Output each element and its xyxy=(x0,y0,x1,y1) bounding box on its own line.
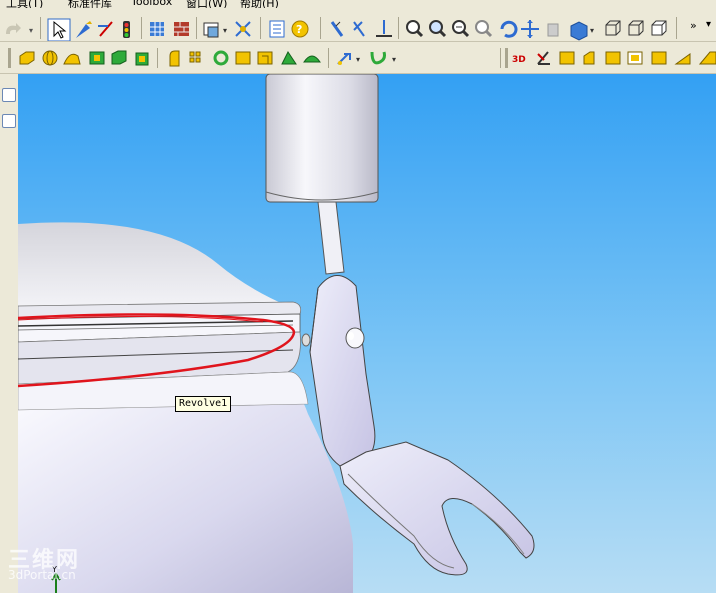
draft-icon[interactable] xyxy=(281,51,297,65)
previous-view-icon[interactable] xyxy=(547,23,559,37)
fillet-icon[interactable] xyxy=(169,50,180,67)
part-config-dropdown-icon[interactable]: ▾ xyxy=(223,26,227,35)
revolved-cut-icon[interactable] xyxy=(111,50,127,65)
rib-icon[interactable] xyxy=(235,51,251,65)
loft-cut-icon[interactable] xyxy=(135,52,149,66)
hidden-lines-visible-icon[interactable] xyxy=(628,20,644,36)
menu-tools[interactable]: 工具(T) xyxy=(6,0,43,8)
extruded-cut-icon[interactable] xyxy=(89,51,105,65)
menu-help[interactable]: 帮助(H) xyxy=(240,0,279,8)
panel-expand-icon[interactable] xyxy=(2,88,16,102)
mate-icon[interactable] xyxy=(235,21,251,37)
standard-toolbar: ▾ ▾ ? ▾ » ▾ xyxy=(0,8,716,42)
rotate-view-icon[interactable] xyxy=(500,20,518,38)
features-toolbar: ▾ ▾ 3D xyxy=(0,42,716,74)
graphics-area[interactable]: Y xyxy=(18,74,716,593)
surface-untrim-icon[interactable] xyxy=(698,51,716,65)
zoom-to-selection-icon[interactable] xyxy=(475,20,493,38)
sketch-icon[interactable] xyxy=(76,21,92,38)
reference-geometry-icon[interactable] xyxy=(337,53,351,65)
surface-extend-icon[interactable] xyxy=(674,53,691,65)
zoom-in-out-icon[interactable] xyxy=(452,20,470,38)
menu-standard-library[interactable]: 标准件库 xyxy=(68,0,112,8)
surface-fill-icon[interactable] xyxy=(605,51,621,65)
surface-extrude-icon[interactable] xyxy=(559,51,575,65)
kettle-model[interactable]: Y xyxy=(18,74,716,593)
svg-text:?: ? xyxy=(296,23,302,36)
handle-cylinder[interactable] xyxy=(265,74,379,203)
watermark-url: 3dPortal.cn xyxy=(8,568,76,582)
standard-views-dropdown-icon[interactable]: ▾ xyxy=(590,26,594,35)
feature-manager-panel[interactable] xyxy=(0,74,19,593)
kettle-lid[interactable] xyxy=(18,222,288,306)
help-icon[interactable]: ? xyxy=(291,20,309,38)
surface-knit-icon[interactable] xyxy=(627,51,643,65)
features-toolbar-icons: ▾ ▾ 3D xyxy=(8,48,716,68)
toolbar-overflow-chevron-icon[interactable]: » xyxy=(690,19,697,32)
dome-icon[interactable] xyxy=(303,55,321,63)
smart-dimension-icon[interactable] xyxy=(98,21,113,37)
hook-plate[interactable] xyxy=(339,441,535,576)
sketch-plane-icon[interactable] xyxy=(537,51,550,65)
reference-geometry-dropdown-icon[interactable]: ▾ xyxy=(356,55,360,64)
extruded-boss-icon[interactable] xyxy=(19,51,35,65)
standard-toolbar-icons: ▾ ▾ ? ▾ xyxy=(6,17,677,41)
revolved-boss-icon[interactable] xyxy=(42,50,58,66)
curves-dropdown-icon[interactable]: ▾ xyxy=(392,55,396,64)
redo-icon[interactable] xyxy=(6,23,21,34)
toolbar-overflow-menu-icon[interactable]: ▾ xyxy=(706,19,711,30)
surface-trim-icon[interactable] xyxy=(651,51,667,65)
svg-text:3D: 3D xyxy=(512,55,526,65)
redo-dropdown-icon[interactable]: ▾ xyxy=(29,26,33,35)
handle-rod[interactable] xyxy=(317,201,345,275)
shell-icon[interactable] xyxy=(257,51,273,65)
surface-offset-icon[interactable] xyxy=(583,51,595,65)
curves-icon[interactable] xyxy=(370,51,386,65)
standard-views-icon[interactable] xyxy=(570,21,588,41)
zoom-to-area-icon[interactable] xyxy=(429,20,447,38)
sweep-icon[interactable] xyxy=(63,53,81,65)
hidden-lines-removed-icon[interactable] xyxy=(651,20,667,36)
panel-pin-icon[interactable] xyxy=(2,114,16,128)
menu-bar: 工具(T) 标准件库 Toolbox 窗口(W) 帮助(H) xyxy=(0,0,716,8)
measure-icon[interactable] xyxy=(330,21,344,37)
linear-pattern-icon[interactable] xyxy=(189,51,201,63)
handle-bracket[interactable] xyxy=(309,275,376,467)
3d-sketch-icon[interactable]: 3D xyxy=(512,55,526,65)
properties-list-icon[interactable] xyxy=(269,20,285,38)
feature-tooltip: Revolve1 xyxy=(175,396,232,412)
menu-window[interactable]: 窗口(W) xyxy=(186,0,227,8)
reference-axis-icon[interactable] xyxy=(376,20,392,37)
zoom-to-fit-icon[interactable] xyxy=(406,20,424,38)
wall-hatch-icon[interactable] xyxy=(174,22,189,36)
rebuild-traffic-light-icon[interactable] xyxy=(123,21,130,38)
hide-show-icon[interactable] xyxy=(353,21,365,37)
grid-icon[interactable] xyxy=(150,22,164,36)
select-pointer-icon[interactable] xyxy=(47,18,71,41)
circular-pattern-icon[interactable] xyxy=(213,50,229,66)
wireframe-icon[interactable] xyxy=(605,20,621,36)
part-config-icon[interactable] xyxy=(203,22,219,38)
pan-icon[interactable] xyxy=(521,20,539,38)
menu-toolbox[interactable]: Toolbox xyxy=(131,0,172,8)
